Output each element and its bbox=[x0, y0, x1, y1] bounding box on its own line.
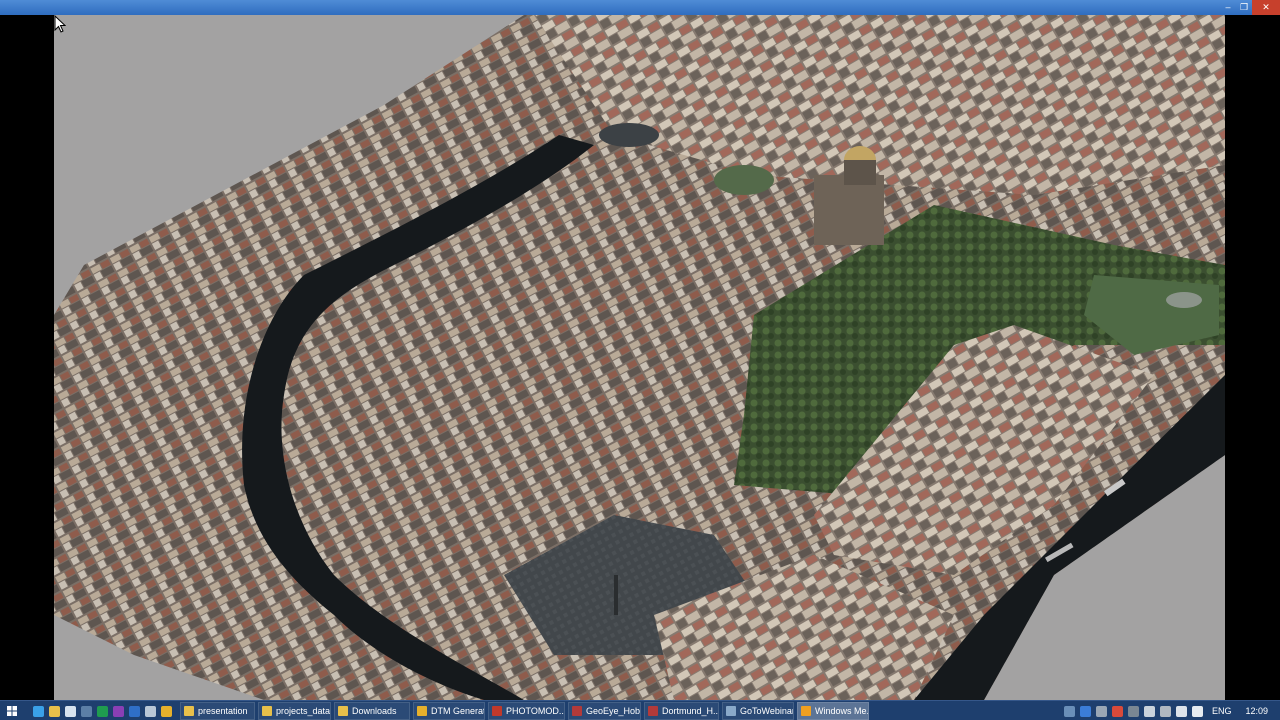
chrome-icon bbox=[160, 705, 172, 717]
pinned-app-0[interactable] bbox=[30, 701, 46, 720]
antivirus-icon[interactable] bbox=[1112, 705, 1124, 717]
3d-city-model-viewport[interactable] bbox=[54, 15, 1225, 700]
pdf-icon bbox=[492, 706, 502, 716]
onenote-icon bbox=[112, 705, 124, 717]
taskbar-task-label: projects_data bbox=[276, 706, 331, 716]
clock[interactable]: 12:09 bbox=[1245, 706, 1268, 716]
excel-icon bbox=[96, 705, 108, 717]
taskbar-task-7[interactable]: GoToWebinar bbox=[722, 702, 794, 720]
shield-icon[interactable] bbox=[1080, 705, 1092, 717]
windows-logo-icon bbox=[7, 706, 17, 716]
close-button[interactable]: ✕ bbox=[1252, 0, 1280, 15]
window-title-bar: – ❐ ✕ bbox=[0, 0, 1280, 15]
folder-icon bbox=[184, 706, 194, 716]
app-icon bbox=[648, 706, 658, 716]
volume-icon[interactable] bbox=[1192, 705, 1204, 717]
outlook-icon bbox=[128, 705, 140, 717]
usb-icon[interactable] bbox=[1128, 705, 1140, 717]
pinned-app-4[interactable] bbox=[94, 701, 110, 720]
taskbar-task-6[interactable]: Dortmund_H... bbox=[644, 702, 719, 720]
taskbar-task-label: PHOTOMOD... bbox=[506, 706, 565, 716]
media-player-icon bbox=[801, 706, 811, 716]
pinned-app-2[interactable] bbox=[62, 701, 78, 720]
system-tray: ENG 12:09 bbox=[1062, 701, 1280, 720]
pinned-app-1[interactable] bbox=[46, 701, 62, 720]
taskbar-task-label: GeoEye_Hob... bbox=[586, 706, 641, 716]
gear-icon bbox=[726, 706, 736, 716]
calc-icon bbox=[80, 705, 92, 717]
taskbar-task-label: DTM Generati... bbox=[431, 706, 484, 716]
pinned-app-8[interactable] bbox=[158, 701, 174, 720]
notepad-icon bbox=[64, 705, 76, 717]
city-model-rendering bbox=[54, 15, 1225, 700]
taskbar-task-4[interactable]: PHOTOMOD... bbox=[488, 702, 565, 720]
taskbar-task-5[interactable]: GeoEye_Hob... bbox=[568, 702, 641, 720]
pinned-apps bbox=[30, 701, 174, 720]
media-player-area[interactable] bbox=[0, 15, 1280, 700]
folder-icon bbox=[48, 705, 60, 717]
minimize-button[interactable]: – bbox=[1220, 0, 1236, 15]
pinned-app-7[interactable] bbox=[142, 701, 158, 720]
taskbar-task-label: Dortmund_H... bbox=[662, 706, 719, 716]
taskbar-task-8[interactable]: Windows Me... bbox=[797, 702, 869, 720]
taskbar-task-1[interactable]: projects_data bbox=[258, 702, 331, 720]
taskbar-task-label: Windows Me... bbox=[815, 706, 869, 716]
network-icon[interactable] bbox=[1096, 705, 1108, 717]
taskbar-task-0[interactable]: presentation bbox=[180, 702, 255, 720]
display-icon[interactable] bbox=[1160, 705, 1172, 717]
pinned-app-6[interactable] bbox=[126, 701, 142, 720]
windows-taskbar: presentation projects_data Downloads DTM Ge… bbox=[0, 700, 1280, 720]
restore-button[interactable]: ❐ bbox=[1236, 0, 1252, 15]
taskbar-task-label: GoToWebinar bbox=[740, 706, 794, 716]
pinned-app-3[interactable] bbox=[78, 701, 94, 720]
mouse-cursor-icon bbox=[54, 15, 66, 33]
folder-icon bbox=[338, 706, 348, 716]
taskbar-task-label: presentation bbox=[198, 706, 248, 716]
folder-icon bbox=[262, 706, 272, 716]
taskbar-task-2[interactable]: Downloads bbox=[334, 702, 410, 720]
app-icon bbox=[572, 706, 582, 716]
taskbar-task-label: Downloads bbox=[352, 706, 397, 716]
chrome-icon bbox=[417, 706, 427, 716]
keyboard-icon[interactable] bbox=[1064, 705, 1076, 717]
start-button[interactable] bbox=[0, 701, 24, 720]
wifi-icon[interactable] bbox=[1176, 705, 1188, 717]
language-indicator[interactable]: ENG bbox=[1212, 706, 1232, 716]
task-list: presentation projects_data Downloads DTM Ge… bbox=[180, 701, 872, 720]
paint-icon bbox=[144, 705, 156, 717]
taskbar-task-3[interactable]: DTM Generati... bbox=[413, 702, 485, 720]
flag-icon[interactable] bbox=[1144, 705, 1156, 717]
pinned-app-5[interactable] bbox=[110, 701, 126, 720]
ie-icon bbox=[32, 705, 44, 717]
window-controls: – ❐ ✕ bbox=[1220, 0, 1280, 15]
